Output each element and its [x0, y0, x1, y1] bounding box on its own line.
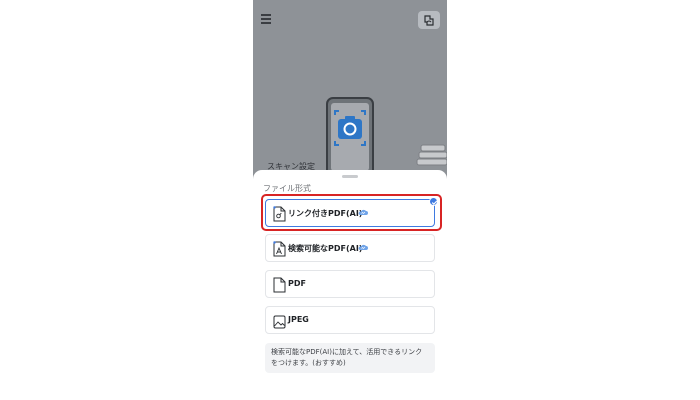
camera-scan-illustration — [326, 97, 374, 177]
sheet-drag-handle[interactable] — [342, 175, 358, 178]
pdf-file-icon — [273, 277, 286, 293]
option-label: JPEG — [288, 315, 309, 324]
highlight-frame — [261, 194, 442, 231]
ai-badge-icon — [358, 244, 368, 250]
format-description: 検索可能なPDF(AI)に加えて、活用できるリンクをつけます。(おすすめ) — [265, 343, 435, 373]
option-label: PDF — [288, 279, 306, 288]
option-jpeg[interactable]: JPEG — [265, 306, 435, 334]
searchable-pdf-icon — [273, 241, 286, 257]
document-stack-icon — [416, 144, 447, 166]
option-label: 検索可能なPDF(AI) — [288, 244, 363, 253]
sheet-title: ファイル形式 — [263, 184, 311, 193]
option-searchable-pdf[interactable]: 検索可能なPDF(AI) — [265, 234, 435, 262]
option-pdf[interactable]: PDF — [265, 270, 435, 298]
scan-mode-button[interactable] — [418, 11, 440, 29]
hamburger-menu-icon[interactable] — [261, 14, 273, 24]
scan-mode-icon — [424, 15, 434, 26]
image-file-icon — [273, 315, 286, 329]
